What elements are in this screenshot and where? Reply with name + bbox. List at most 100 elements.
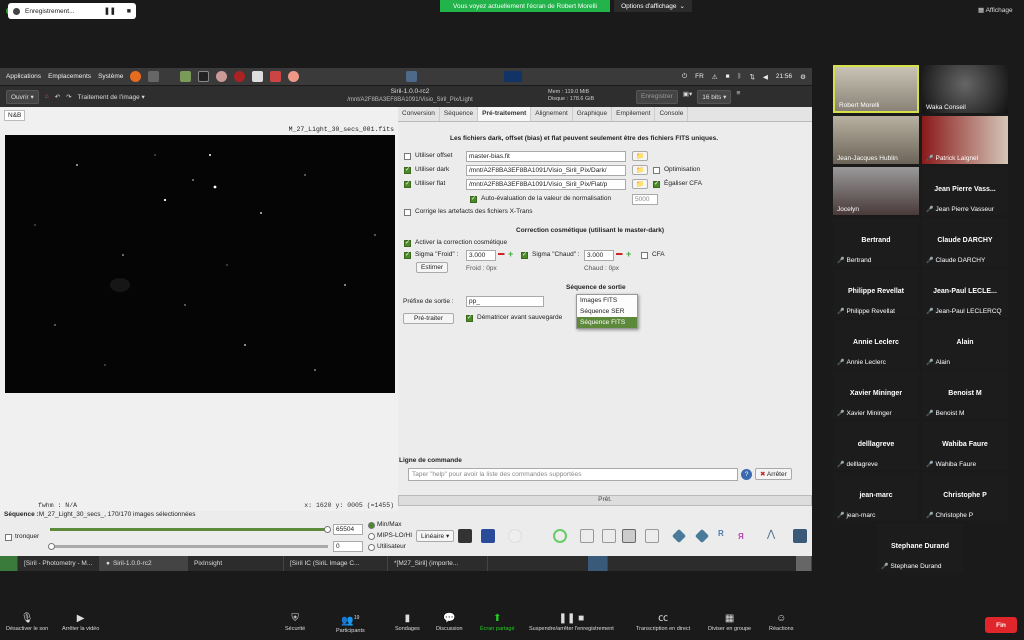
participant-tile[interactable]: Bertrand 🎤 Bertrand — [833, 218, 919, 266]
taskbar-item-siril-ic[interactable]: [Siril IC (SiriL Image C... — [284, 556, 388, 571]
option-ser-sequence[interactable]: Séquence SER — [577, 306, 637, 317]
participant-tile[interactable]: Robert Morelli — [833, 65, 919, 113]
polls-button[interactable]: ▮ Sondages — [395, 613, 420, 632]
tab-console[interactable]: Console — [655, 107, 689, 121]
display-button[interactable]: ▦ Affichage — [978, 6, 1013, 14]
dark-file-field[interactable]: /mnt/A2F8BA3EF8BA1091/Visio_Siril_Pix/Da… — [466, 165, 626, 176]
tab-registration[interactable]: Alignement — [531, 107, 573, 121]
view-options-button[interactable]: Options d'affichage ⌄ — [614, 0, 692, 12]
app-moon-icon[interactable] — [288, 71, 300, 82]
help-icon[interactable]: ? — [741, 469, 752, 480]
color-wheel-icon[interactable] — [508, 529, 522, 543]
tab-stacking[interactable]: Empilement — [612, 107, 656, 121]
stop-recording-icon[interactable]: ■ — [127, 8, 131, 15]
dark-folder-icon[interactable]: 📁 — [632, 165, 649, 175]
mute-button[interactable]: 🎙 Désactiver le son — [6, 613, 48, 632]
star-field-image[interactable] — [5, 135, 395, 393]
reactions-button[interactable]: ☺ Réactions — [769, 613, 793, 632]
taskbar-item-m27[interactable]: *[M27_Siril] (importe... — [388, 556, 488, 571]
video-button[interactable]: ▶ Arrêter la vidéo — [62, 613, 99, 632]
mirror-x-icon[interactable]: R — [718, 529, 724, 538]
sigma-hot-minus-icon[interactable]: ▬ — [616, 250, 623, 257]
chat-button[interactable]: 💬 Discussion — [436, 613, 463, 632]
redo-icon[interactable]: ↷ — [66, 93, 71, 101]
app-red-icon[interactable] — [270, 71, 282, 82]
zoom-tray-icon[interactable]: ■ — [726, 73, 730, 80]
sigma-cold-plus-icon[interactable]: + — [508, 249, 513, 259]
sigma-hot-plus-icon[interactable]: + — [626, 249, 631, 259]
stop-button[interactable]: ✖ Arrêter — [755, 468, 792, 480]
participant-tile[interactable]: Annie Leclerc 🎤 Annie Leclerc — [833, 320, 919, 368]
estimate-button[interactable]: Estimer — [416, 262, 449, 273]
terminal-icon[interactable] — [198, 71, 210, 82]
output-prefix-field[interactable]: pp_ — [466, 296, 544, 307]
camera-icon[interactable] — [148, 71, 160, 82]
app-record-icon[interactable] — [234, 71, 246, 82]
windows-icon[interactable] — [793, 529, 807, 543]
min-value-field[interactable]: 0 — [333, 541, 363, 552]
sigma-cold-minus-icon[interactable]: ▬ — [498, 250, 505, 257]
equalize-cfa-checkbox[interactable] — [653, 180, 660, 188]
participant-tile[interactable]: Christophe P 🎤 Christophe P — [922, 473, 1008, 521]
show-desktop-icon[interactable] — [0, 556, 18, 571]
crop-icon[interactable] — [602, 529, 616, 543]
participant-tile[interactable]: Philippe Revellat 🎤 Philippe Revellat — [833, 269, 919, 317]
radio-minmax[interactable] — [368, 522, 375, 529]
participant-tile[interactable]: jean-marc 🎤 jean-marc — [833, 473, 919, 521]
preprocess-button[interactable]: Pré-traiter — [403, 313, 454, 324]
flat-folder-icon[interactable]: 📁 — [632, 179, 649, 189]
participant-tile[interactable]: Jean-Jacques Hublin — [833, 116, 919, 164]
auto-norm-checkbox[interactable] — [470, 195, 477, 203]
participant-tile[interactable]: delllagreve 🎤 delllagreve — [833, 422, 919, 470]
tronquer-checkbox[interactable] — [5, 534, 12, 541]
end-meeting-button[interactable]: Fin — [985, 617, 1017, 633]
bluetooth-icon[interactable]: ᛒ — [738, 73, 742, 80]
sigma-cold-checkbox[interactable] — [404, 251, 411, 259]
firefox-icon[interactable] — [130, 71, 142, 82]
trash-icon[interactable] — [796, 556, 812, 571]
tab-monochrome[interactable]: N&B — [4, 110, 26, 121]
recording-indicator[interactable]: Enregistrement... ❚❚ ■ — [8, 3, 136, 19]
tab-sequence[interactable]: Séquence — [440, 107, 479, 121]
frame-icon[interactable] — [580, 529, 594, 543]
settings-gear-icon[interactable]: ⚙ — [800, 73, 806, 81]
record-control-button[interactable]: ❚❚ ■ Suspendre/arrêter l'enregistrement — [529, 613, 614, 632]
use-offset-checkbox[interactable] — [404, 153, 411, 160]
pause-recording-icon[interactable]: ❚❚ — [104, 7, 116, 15]
tab-preprocessing[interactable]: Pré-traitement — [478, 107, 532, 121]
participant-tile[interactable]: Jocelyn — [833, 167, 919, 215]
offset-folder-icon[interactable]: 📁 — [632, 151, 649, 161]
command-input[interactable]: Taper "help" pour avoir la liste des com… — [408, 468, 738, 481]
live-transcript-button[interactable]: ㏄ Transcription en direct — [636, 613, 690, 632]
sigma-hot-checkbox[interactable] — [521, 251, 528, 259]
app-doc-icon[interactable] — [252, 71, 264, 82]
share-screen-button[interactable]: ⬆ Écran partagé — [480, 613, 515, 632]
mirror-y-icon[interactable]: Я — [738, 532, 744, 541]
cosmetic-checkbox[interactable] — [404, 239, 411, 247]
max-slider-track[interactable] — [50, 528, 328, 531]
auto-stretch-icon[interactable] — [458, 529, 472, 543]
participants-button[interactable]: 👥19 Participants — [336, 613, 365, 634]
min-slider-track[interactable] — [50, 545, 328, 548]
system-menu[interactable]: Système — [98, 73, 123, 80]
sigma-cold-field[interactable]: 3.000 — [466, 250, 496, 261]
breakout-rooms-button[interactable]: ▦ Diviser en groupe — [708, 613, 751, 632]
sigma-hot-field[interactable]: 3.000 — [584, 250, 614, 261]
workspace-icon[interactable] — [588, 556, 608, 571]
siril-launcher-icon[interactable] — [406, 71, 418, 82]
xtrans-checkbox[interactable] — [404, 209, 411, 216]
star-icon[interactable] — [481, 529, 495, 543]
option-fits-sequence[interactable]: Séquence FITS — [577, 317, 637, 328]
max-value-field[interactable]: 65504 — [333, 524, 363, 535]
undo-icon[interactable]: ↶ — [55, 93, 60, 101]
network-icon[interactable]: ⇅ — [749, 73, 754, 81]
offset-file-field[interactable]: master-bias.fit — [466, 151, 626, 162]
radio-user[interactable] — [368, 544, 375, 551]
volume-icon[interactable]: ◀ — [763, 73, 768, 81]
open-button[interactable]: Ouvrir ▾ — [6, 89, 39, 104]
keyboard-layout[interactable]: FR — [695, 73, 704, 80]
app-m-icon[interactable] — [216, 71, 228, 82]
menu-icon[interactable]: ≡ — [736, 90, 740, 104]
participant-tile[interactable]: 🎤 Patrick Laignel — [922, 116, 1008, 164]
max-slider-knob[interactable] — [324, 526, 331, 533]
